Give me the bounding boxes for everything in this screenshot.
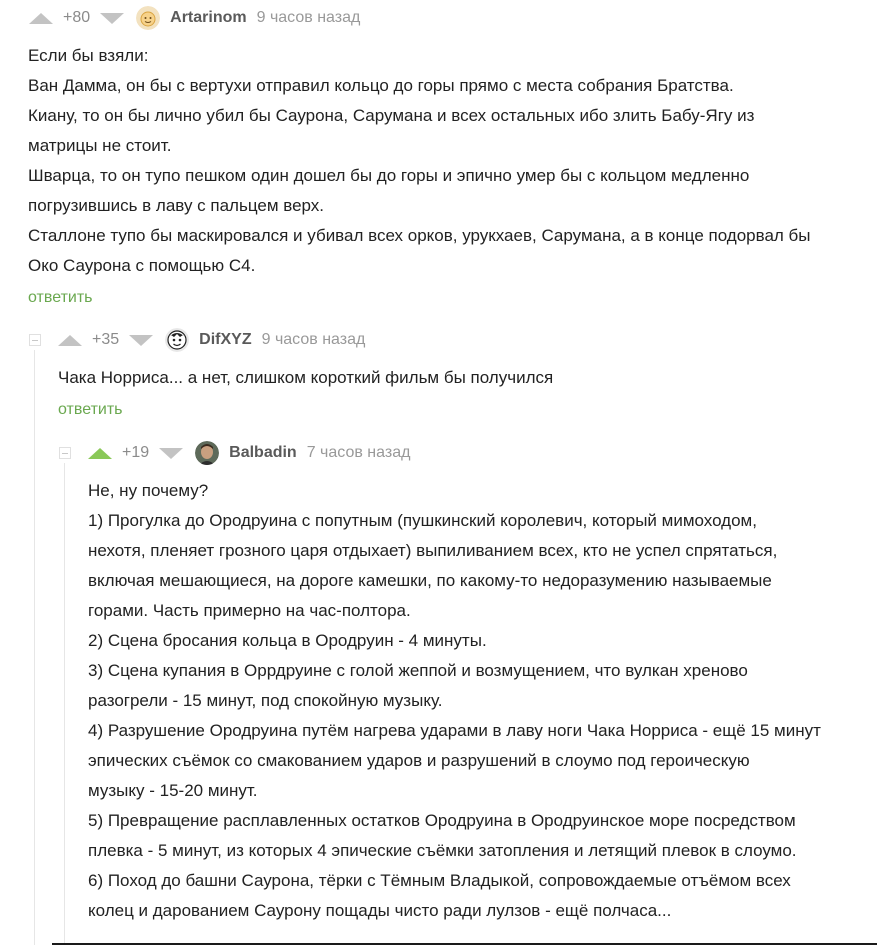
comment-line: плевка - 5 минут, из которых 4 эпические… <box>88 841 797 860</box>
collapse-button[interactable] <box>59 447 71 459</box>
comment-line: колец и дарованием Саурону пощады чисто … <box>88 901 672 920</box>
comment-line: музыку - 15-20 минут. <box>88 781 258 800</box>
comment-rating: +35 <box>92 331 120 348</box>
comment-line: Если бы взяли: <box>28 46 149 65</box>
comment-time[interactable]: 7 часов назад <box>307 444 411 462</box>
comment-line: горами. Часть примерно на час-полтора. <box>88 601 411 620</box>
upvote-icon[interactable] <box>29 12 53 24</box>
comment-header: +35 DifXYZ 9 часов назад <box>58 328 365 352</box>
comment-line: Ван Дамма, он бы с вертухи отправил коль… <box>28 76 734 95</box>
comment-time[interactable]: 9 часов назад <box>262 331 366 349</box>
comment-body: Чака Норриса... а нет, слишком короткий … <box>58 363 858 393</box>
comment-header: +19 Balbadin 7 часов назад <box>88 441 410 465</box>
author-name[interactable]: Artarinom <box>170 9 246 27</box>
comment-line: 4) Разрушение Ородруина путём нагрева уд… <box>88 721 821 740</box>
upvote-icon[interactable] <box>58 334 82 346</box>
comment-rating: +19 <box>122 444 150 461</box>
comment-line: Киану, то он бы лично убил бы Саурона, С… <box>28 106 755 125</box>
comment-line: Око Саурона с помощью С4. <box>28 256 256 275</box>
comment-line: эпических съёмок со смакованием ударов и… <box>88 751 750 770</box>
thread-line[interactable] <box>34 350 35 945</box>
comment-rating: +80 <box>63 9 91 26</box>
downvote-icon[interactable] <box>159 447 184 459</box>
thread-line[interactable] <box>64 463 65 945</box>
comment-body: Не, ну почему? 1) Прогулка до Ородруина … <box>88 476 858 926</box>
comment-line: 5) Превращение расплавленных остатков Ор… <box>88 811 796 830</box>
comment-line: матрицы не стоит. <box>28 136 172 155</box>
comment-line: 2) Сцена бросания кольца в Ородруин - 4 … <box>88 631 487 650</box>
avatar[interactable] <box>136 6 161 30</box>
avatar[interactable] <box>165 328 190 352</box>
comment-line: 3) Сцена купания в Оррдруине с голой жеп… <box>88 661 748 680</box>
comment-line: нехотя, пленяет грозного царя отдыхает) … <box>88 541 778 560</box>
comment-line: Не, ну почему? <box>88 481 209 500</box>
comment-line: разогрели - 15 минут, под спокойную музы… <box>88 691 443 710</box>
author-name[interactable]: Balbadin <box>229 444 297 462</box>
reply-link[interactable]: ответить <box>58 401 123 419</box>
reply-link[interactable]: ответить <box>28 289 93 307</box>
comment-body: Если бы взяли: Ван Дамма, он бы с вертух… <box>28 41 858 281</box>
comment-line: погрузившись в лаву с пальцем верх. <box>28 196 325 215</box>
downvote-icon[interactable] <box>100 12 125 24</box>
comment-line: 1) Прогулка до Ородруина с попутным (пуш… <box>88 511 757 530</box>
avatar[interactable] <box>195 441 220 465</box>
comment-line: Шварца, то он тупо пешком один дошел бы … <box>28 166 750 185</box>
comment-line: включая мешающиеся, на дороге камешки, п… <box>88 571 772 590</box>
comment-time[interactable]: 9 часов назад <box>257 9 361 27</box>
collapse-button[interactable] <box>29 334 41 346</box>
author-name[interactable]: DifXYZ <box>199 331 251 349</box>
upvote-icon[interactable] <box>88 447 112 459</box>
downvote-icon[interactable] <box>129 334 154 346</box>
comment-line: Сталлоне тупо бы маскировался и убивал в… <box>28 226 811 245</box>
comment-line: 6) Поход до башни Саурона, тёрки с Тёмны… <box>88 871 791 890</box>
comment-line: Чака Норриса... а нет, слишком короткий … <box>58 368 554 387</box>
comment-header: +80 Artarinom 9 часов назад <box>29 6 360 30</box>
